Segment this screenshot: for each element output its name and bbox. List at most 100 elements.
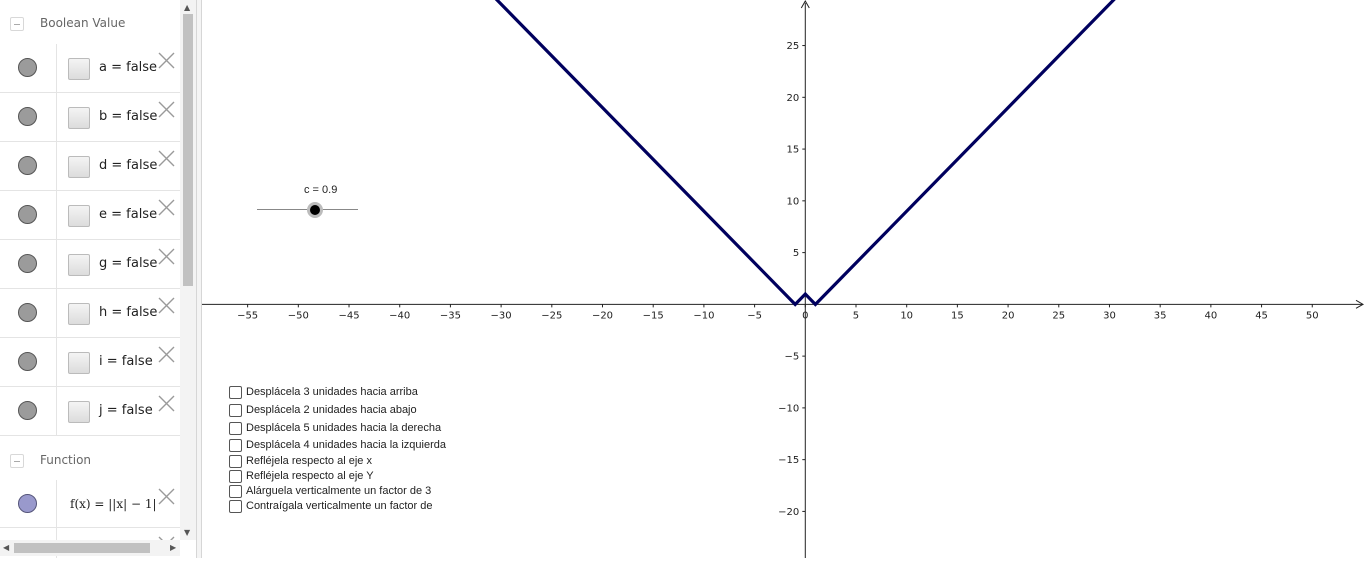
- section-function[interactable]: Function: [0, 436, 180, 480]
- boolean-definition[interactable]: i = false: [99, 354, 153, 369]
- graphics-view[interactable]: −55 −50 −45 −40 −35 −30 −25 −20 −15 −10 −5 0 5 10 15 20…: [202, 0, 1366, 558]
- boolean-checkbox[interactable]: [68, 107, 90, 129]
- y-tick-label: −15: [778, 455, 799, 466]
- function-plot[interactable]: −55 −50 −45 −40 −35 −30 −25 −20 −15 −10 −5 0 5 10 15 20…: [202, 0, 1366, 558]
- checkbox[interactable]: [229, 470, 242, 483]
- algebra-row-boolean[interactable]: h = false: [0, 289, 180, 338]
- algebra-row-boolean[interactable]: e = false: [0, 191, 180, 240]
- algebra-row-boolean[interactable]: d = false: [0, 142, 180, 191]
- boolean-checkbox[interactable]: [68, 156, 90, 178]
- scroll-left-arrow-icon[interactable]: ◀: [3, 543, 9, 553]
- row-divider: [56, 387, 57, 436]
- scroll-right-arrow-icon[interactable]: ▶: [170, 543, 176, 553]
- checkbox[interactable]: [229, 500, 242, 513]
- visibility-marble-icon[interactable]: [18, 401, 37, 420]
- slider-caption: c = 0.9: [304, 184, 338, 196]
- x-tick-label: −45: [338, 310, 359, 321]
- visibility-marble-icon[interactable]: [18, 352, 37, 371]
- checkbox-label[interactable]: Desplácela 5 unidades hacia la derecha: [246, 422, 441, 435]
- close-icon[interactable]: [158, 395, 175, 412]
- checkbox-label[interactable]: Refléjela respecto al eje x: [246, 455, 372, 468]
- x-tick-label: −50: [288, 310, 309, 321]
- visibility-marble-icon[interactable]: [18, 58, 37, 77]
- algebra-row-boolean[interactable]: j = false: [0, 387, 180, 436]
- close-icon[interactable]: [158, 52, 175, 69]
- boolean-checkbox[interactable]: [68, 352, 90, 374]
- checkbox-label[interactable]: Contraígala verticalmente un factor de: [246, 500, 433, 513]
- close-icon[interactable]: [158, 297, 175, 314]
- visibility-marble-icon[interactable]: [18, 494, 37, 513]
- boolean-checkbox[interactable]: [68, 254, 90, 276]
- boolean-definition[interactable]: b = false: [99, 109, 157, 124]
- scroll-down-arrow-icon[interactable]: ▼: [184, 528, 190, 538]
- vertical-scrollbar[interactable]: ▲ ▼: [180, 0, 196, 540]
- visibility-marble-icon[interactable]: [18, 107, 37, 126]
- x-tick-label: −20: [592, 310, 613, 321]
- horizontal-scrollbar[interactable]: ◀ ▶: [0, 540, 180, 556]
- checkbox-label[interactable]: Alárguela verticalmente un factor de 3: [246, 485, 431, 498]
- x-tick-label: 5: [853, 310, 859, 321]
- boolean-checkbox[interactable]: [68, 401, 90, 423]
- close-icon[interactable]: [158, 150, 175, 167]
- slider-c[interactable]: c = 0.9: [256, 184, 360, 220]
- algebra-row-boolean[interactable]: a = false: [0, 44, 180, 93]
- visibility-marble-icon[interactable]: [18, 303, 37, 322]
- checkbox-label[interactable]: Desplácela 4 unidades hacia la izquierda: [246, 439, 446, 452]
- visibility-marble-icon[interactable]: [18, 254, 37, 273]
- checkbox-label[interactable]: Desplácela 3 unidades hacia arriba: [246, 386, 418, 399]
- close-icon[interactable]: [158, 248, 175, 265]
- algebra-row-boolean[interactable]: b = false: [0, 93, 180, 142]
- section-label: Function: [40, 453, 92, 467]
- x-tick-label: 35: [1154, 310, 1167, 321]
- x-tick-label: 10: [900, 310, 913, 321]
- row-divider: [56, 142, 57, 191]
- x-tick-label: −10: [693, 310, 714, 321]
- boolean-definition[interactable]: j = false: [99, 403, 153, 418]
- row-divider: [56, 338, 57, 387]
- row-divider: [56, 240, 57, 289]
- visibility-marble-icon[interactable]: [18, 205, 37, 224]
- algebra-row-boolean[interactable]: i = false: [0, 338, 180, 387]
- close-icon[interactable]: [158, 199, 175, 216]
- checkbox-label[interactable]: Desplácela 2 unidades hacia abajo: [246, 404, 417, 417]
- slider-knob[interactable]: [307, 202, 323, 218]
- boolean-definition[interactable]: a = false: [99, 60, 157, 75]
- collapse-minus-icon[interactable]: [10, 17, 24, 31]
- y-tick-label: 10: [787, 196, 800, 207]
- visibility-marble-icon[interactable]: [18, 156, 37, 175]
- scrollbar-thumb[interactable]: [183, 14, 193, 286]
- function-definition[interactable]: f(x) = ||x| − 1|: [70, 497, 157, 511]
- y-tick-label: 20: [787, 93, 800, 104]
- x-tick-label: 0: [802, 310, 808, 321]
- boolean-checkbox[interactable]: [68, 303, 90, 325]
- checkbox[interactable]: [229, 485, 242, 498]
- checkbox[interactable]: [229, 404, 242, 417]
- section-boolean-value[interactable]: Boolean Value: [0, 0, 180, 44]
- checkbox[interactable]: [229, 439, 242, 452]
- boolean-checkbox[interactable]: [68, 58, 90, 80]
- y-tick-label: 15: [787, 145, 800, 156]
- checkbox[interactable]: [229, 455, 242, 468]
- boolean-definition[interactable]: e = false: [99, 207, 157, 222]
- checkbox[interactable]: [229, 422, 242, 435]
- algebra-row-boolean[interactable]: g = false: [0, 240, 180, 289]
- close-icon[interactable]: [158, 101, 175, 118]
- y-tick-label: 5: [793, 248, 799, 259]
- y-tick-label: −5: [785, 352, 800, 363]
- checkbox[interactable]: [229, 386, 242, 399]
- row-divider: [56, 480, 57, 528]
- collapse-minus-icon[interactable]: [10, 454, 24, 468]
- scroll-up-arrow-icon[interactable]: ▲: [184, 3, 190, 13]
- x-tick-label: −55: [237, 310, 258, 321]
- checkbox-label[interactable]: Refléjela respecto al eje Y: [246, 470, 374, 483]
- close-icon[interactable]: [158, 346, 175, 363]
- x-tick-label: −25: [541, 310, 562, 321]
- algebra-row-function-f[interactable]: f(x) = ||x| − 1|: [0, 480, 180, 528]
- scrollbar-thumb[interactable]: [14, 543, 150, 553]
- boolean-definition[interactable]: h = false: [99, 305, 157, 320]
- boolean-definition[interactable]: g = false: [99, 256, 157, 271]
- boolean-checkbox[interactable]: [68, 205, 90, 227]
- close-icon[interactable]: [158, 488, 175, 505]
- row-divider: [56, 44, 57, 93]
- boolean-definition[interactable]: d = false: [99, 158, 157, 173]
